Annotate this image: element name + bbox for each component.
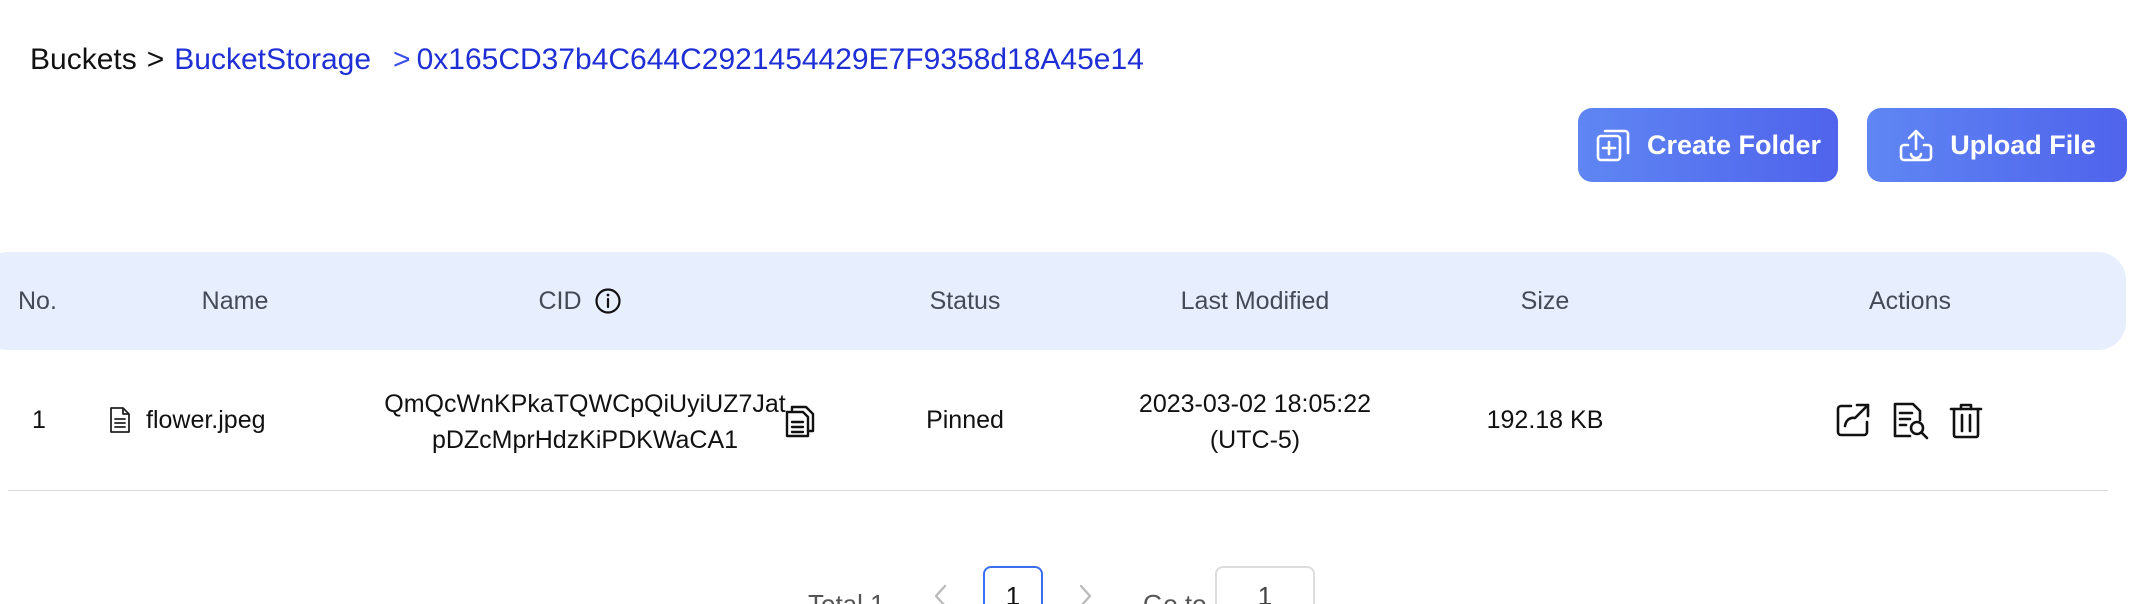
column-header-cid: CID: [480, 252, 680, 350]
upload-file-label: Upload File: [1950, 129, 2096, 160]
info-icon[interactable]: [594, 287, 622, 315]
chevron-left-icon[interactable]: [928, 578, 954, 604]
column-header-status: Status: [929, 286, 1001, 315]
column-header-actions: Actions: [1869, 286, 1951, 315]
file-name: flower.jpeg: [146, 405, 266, 434]
last-modified-cell: 2023-03-02 18:05:22 (UTC-5): [1130, 386, 1380, 458]
pagination-goto-input[interactable]: [1215, 566, 1315, 604]
breadcrumb-separator: >: [146, 43, 165, 76]
cid-line-2: pDZcMprHdzKiPDKWaCA1: [431, 426, 739, 454]
upload-file-button[interactable]: Upload File: [1867, 108, 2127, 182]
breadcrumb-current-folder[interactable]: 0x165CD37b4C644C2921454429E7F9358d18A45e…: [417, 43, 1144, 77]
row-number: 1: [32, 405, 46, 434]
column-header-cid-label: CID: [538, 286, 582, 315]
cid-line-1: QmQcWnKPkaTQWCpQiUyiUZ7Jat: [384, 390, 786, 418]
copy-icon[interactable]: [784, 404, 816, 438]
table-header: [0, 252, 2126, 350]
breadcrumb-separator: >: [393, 43, 411, 76]
column-header-name: Name: [201, 286, 269, 315]
cid-cell: QmQcWnKPkaTQWCpQiUyiUZ7Jat pDZcMprHdzKiP…: [384, 386, 785, 458]
file-size: 192.18 KB: [1486, 405, 1604, 434]
create-folder-label: Create Folder: [1646, 129, 1822, 160]
breadcrumb-buckets[interactable]: Buckets: [30, 43, 137, 77]
pagination-goto-label: Go to: [1143, 588, 1207, 604]
folder-plus-icon: [1595, 127, 1631, 163]
trash-icon[interactable]: [1946, 400, 1986, 440]
upload-icon: [1898, 127, 1934, 163]
file-search-icon[interactable]: [1890, 400, 1930, 440]
last-modified-timezone: (UTC-5): [1209, 426, 1301, 454]
breadcrumb: Buckets > BucketStorage > 0x165CD37b4C64…: [30, 40, 1144, 80]
file-icon: [108, 406, 132, 434]
status-badge: Pinned: [926, 405, 1004, 434]
file-name-cell[interactable]: flower.jpeg: [108, 398, 266, 442]
pagination-total: Total 1: [808, 588, 885, 604]
row-divider: [8, 490, 2108, 491]
breadcrumb-bucket-link[interactable]: BucketStorage: [174, 43, 371, 77]
create-folder-button[interactable]: Create Folder: [1578, 108, 1838, 182]
share-icon[interactable]: [1833, 400, 1873, 440]
pagination-page-1[interactable]: 1: [983, 566, 1043, 604]
column-header-no: No.: [18, 286, 57, 315]
chevron-right-icon[interactable]: [1072, 578, 1098, 604]
column-header-size: Size: [1520, 286, 1570, 315]
last-modified-date: 2023-03-02 18:05:22: [1138, 390, 1372, 418]
column-header-last-modified: Last Modified: [1180, 286, 1330, 315]
